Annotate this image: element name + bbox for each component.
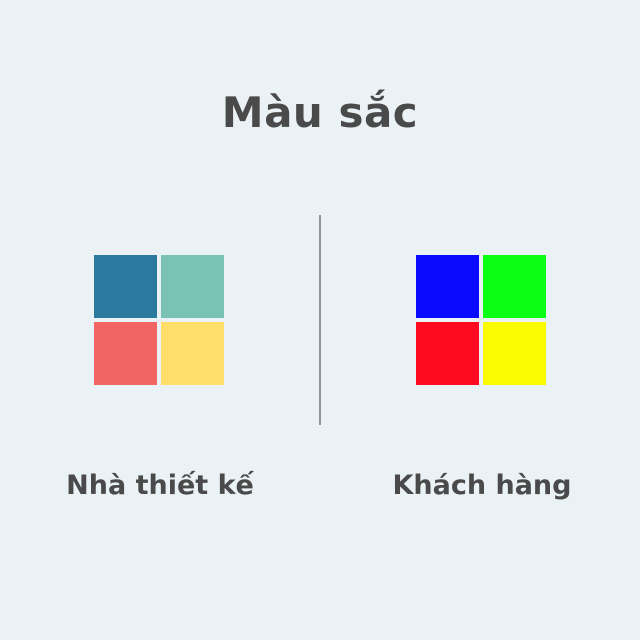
color-swatch-blue: [416, 255, 479, 318]
designer-label: Nhà thiết kế: [66, 470, 254, 501]
color-swatch-green: [483, 255, 546, 318]
client-palette: [416, 255, 546, 385]
client-label: Khách hàng: [392, 470, 572, 501]
color-swatch-coral: [94, 322, 157, 385]
page-title: Màu sắc: [221, 88, 419, 137]
color-swatch-yellow: [161, 322, 224, 385]
color-swatch-blue: [94, 255, 157, 318]
color-swatch-red: [416, 322, 479, 385]
designer-palette: [94, 255, 224, 385]
color-swatch-teal: [161, 255, 224, 318]
color-swatch-yellow: [483, 322, 546, 385]
divider: [319, 215, 321, 425]
